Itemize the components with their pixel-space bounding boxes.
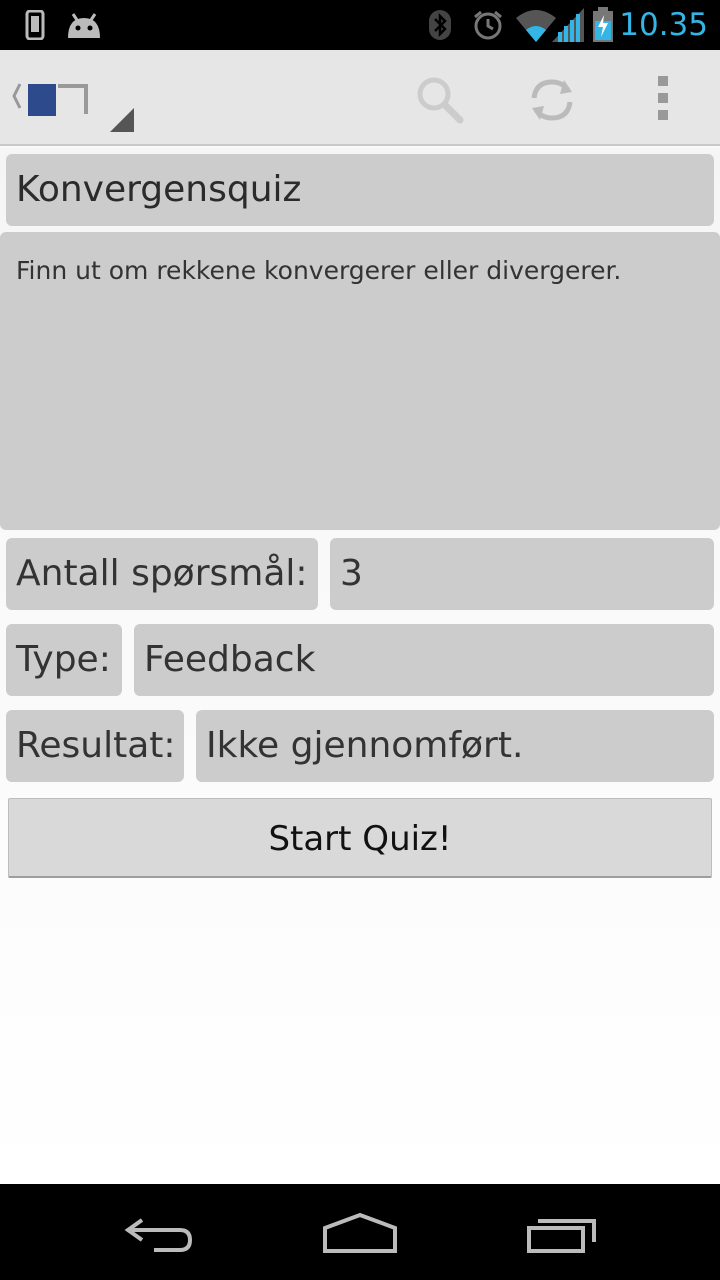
refresh-icon[interactable] bbox=[524, 72, 580, 128]
result-label: Resultat: bbox=[6, 710, 184, 782]
status-bar: 10.35 bbox=[0, 0, 720, 50]
search-icon[interactable] bbox=[414, 74, 466, 126]
status-time: 10.35 bbox=[619, 7, 708, 43]
question-count-label: Antall spørsmål: bbox=[6, 538, 318, 610]
wifi-icon bbox=[516, 10, 556, 42]
quiz-title: Konvergensquiz bbox=[6, 154, 714, 226]
recent-apps-icon[interactable] bbox=[526, 1216, 598, 1254]
android-icon bbox=[68, 13, 100, 38]
battery-charging-icon bbox=[593, 7, 613, 42]
bluetooth-icon bbox=[429, 10, 451, 40]
type-value: Feedback bbox=[134, 624, 714, 696]
question-count-value: 3 bbox=[330, 538, 714, 610]
quiz-description: Finn ut om rekkene konvergerer eller div… bbox=[0, 232, 720, 530]
back-icon[interactable] bbox=[124, 1214, 194, 1254]
navigation-bar bbox=[0, 1184, 720, 1280]
alarm-icon bbox=[474, 10, 502, 40]
quiz-details: Konvergensquiz Finn ut om rekkene konver… bbox=[0, 148, 720, 1184]
app-logo-icon[interactable] bbox=[6, 76, 136, 136]
phone-icon bbox=[25, 10, 45, 40]
overflow-menu-icon[interactable] bbox=[656, 76, 672, 120]
signal-icon bbox=[552, 8, 584, 42]
action-bar bbox=[0, 50, 720, 146]
start-quiz-button[interactable]: Start Quiz! bbox=[8, 798, 712, 878]
result-value: Ikke gjennomført. bbox=[196, 710, 714, 782]
home-icon[interactable] bbox=[322, 1212, 398, 1254]
type-label: Type: bbox=[6, 624, 122, 696]
